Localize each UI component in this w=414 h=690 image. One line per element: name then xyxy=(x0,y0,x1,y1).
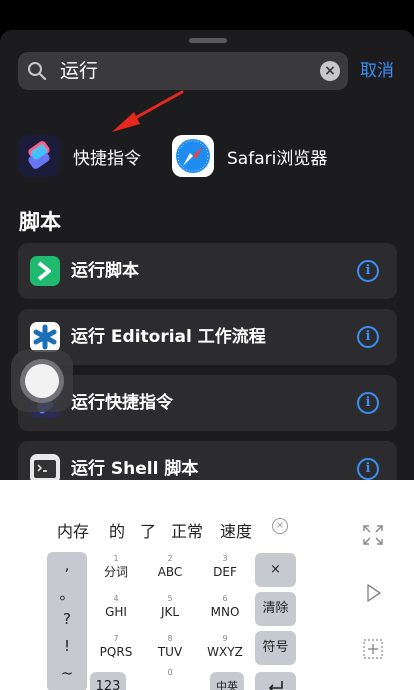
key-0[interactable]: 0 xyxy=(142,668,198,688)
assistive-touch-button[interactable] xyxy=(11,350,73,412)
punct-key[interactable]: ~ xyxy=(47,664,87,682)
punct-key[interactable]: ? xyxy=(47,610,87,628)
punctuation-column[interactable]: , 。 ? ! ~ xyxy=(47,552,87,690)
cursor-move-icon[interactable] xyxy=(362,638,384,660)
delete-key[interactable]: × xyxy=(255,553,296,587)
app-result-safari[interactable]: Safari浏览器 xyxy=(172,134,327,178)
section-title: 脚本 xyxy=(19,210,61,234)
action-row-run-shortcut[interactable]: 运行快捷指令 i xyxy=(18,375,397,431)
return-icon xyxy=(268,681,283,690)
key-6[interactable]: 6 MNO xyxy=(197,594,253,630)
clear-search-icon[interactable]: × xyxy=(320,61,340,81)
key-4[interactable]: 4 GHI xyxy=(88,594,144,630)
clear-key[interactable]: 清除 xyxy=(255,592,296,626)
candidate-word[interactable]: 速度 xyxy=(220,518,252,542)
action-label: 运行 Editorial 工作流程 xyxy=(71,327,266,347)
shortcuts-app-icon xyxy=(18,135,60,177)
search-sheet: 运行 × 取消 快捷指令 Safari浏览器 脚本 运行脚本 i 运行 Edit… xyxy=(0,30,414,480)
key-5[interactable]: 5 JKL xyxy=(142,594,198,630)
candidate-word[interactable]: 了 xyxy=(140,518,156,542)
sheet-grabber[interactable] xyxy=(189,38,227,43)
keyboard: 内存 的 了 正常 速度 × , 。 ? ! ~ 1 分词 2 ABC 3 DEF 4… xyxy=(0,480,414,690)
candidate-word[interactable]: 正常 xyxy=(171,518,203,542)
punct-key[interactable]: , xyxy=(47,556,87,574)
key-2[interactable]: 2 ABC xyxy=(142,554,198,590)
punct-key[interactable]: ! xyxy=(47,637,87,655)
terminal-icon xyxy=(30,454,60,480)
action-row-editorial[interactable]: 运行 Editorial 工作流程 i xyxy=(18,309,397,365)
info-icon[interactable]: i xyxy=(357,260,379,282)
safari-app-icon xyxy=(172,135,214,177)
action-row-run-script[interactable]: 运行脚本 i xyxy=(18,243,397,299)
numbers-key[interactable]: 123 xyxy=(90,672,126,690)
search-icon xyxy=(28,62,47,81)
app-label: 快捷指令 xyxy=(73,148,141,169)
punct-key[interactable]: 。 xyxy=(47,583,87,604)
action-label: 运行脚本 xyxy=(71,261,139,281)
candidate-word[interactable]: 的 xyxy=(109,518,125,542)
app-result-shortcuts[interactable]: 快捷指令 xyxy=(18,134,141,178)
action-label: 运行快捷指令 xyxy=(71,393,173,413)
expand-icon[interactable] xyxy=(362,524,384,546)
app-label: Safari浏览器 xyxy=(227,148,328,169)
key-1[interactable]: 1 分词 xyxy=(88,554,144,590)
search-bar[interactable]: 运行 × xyxy=(18,52,348,90)
search-input[interactable]: 运行 xyxy=(60,58,98,84)
candidate-word[interactable]: 内存 xyxy=(57,518,89,542)
key-9[interactable]: 9 WXYZ xyxy=(197,634,253,670)
language-key[interactable]: 中英 xyxy=(210,672,244,690)
key-3[interactable]: 3 DEF xyxy=(197,554,253,590)
symbol-key[interactable]: 符号 xyxy=(255,631,296,665)
info-icon[interactable]: i xyxy=(357,458,379,480)
play-icon[interactable] xyxy=(362,582,384,604)
action-label: 运行 Shell 脚本 xyxy=(71,459,199,479)
info-icon[interactable]: i xyxy=(357,326,379,348)
editorial-icon xyxy=(30,322,60,352)
action-row-shell[interactable]: 运行 Shell 脚本 i xyxy=(18,441,397,480)
cancel-button[interactable]: 取消 xyxy=(360,59,394,83)
key-7[interactable]: 7 PQRS xyxy=(88,634,144,670)
scriptable-icon xyxy=(30,256,60,286)
return-key[interactable] xyxy=(255,672,296,690)
close-candidates-icon[interactable]: × xyxy=(272,518,288,534)
key-8[interactable]: 8 TUV xyxy=(142,634,198,670)
info-icon[interactable]: i xyxy=(357,392,379,414)
